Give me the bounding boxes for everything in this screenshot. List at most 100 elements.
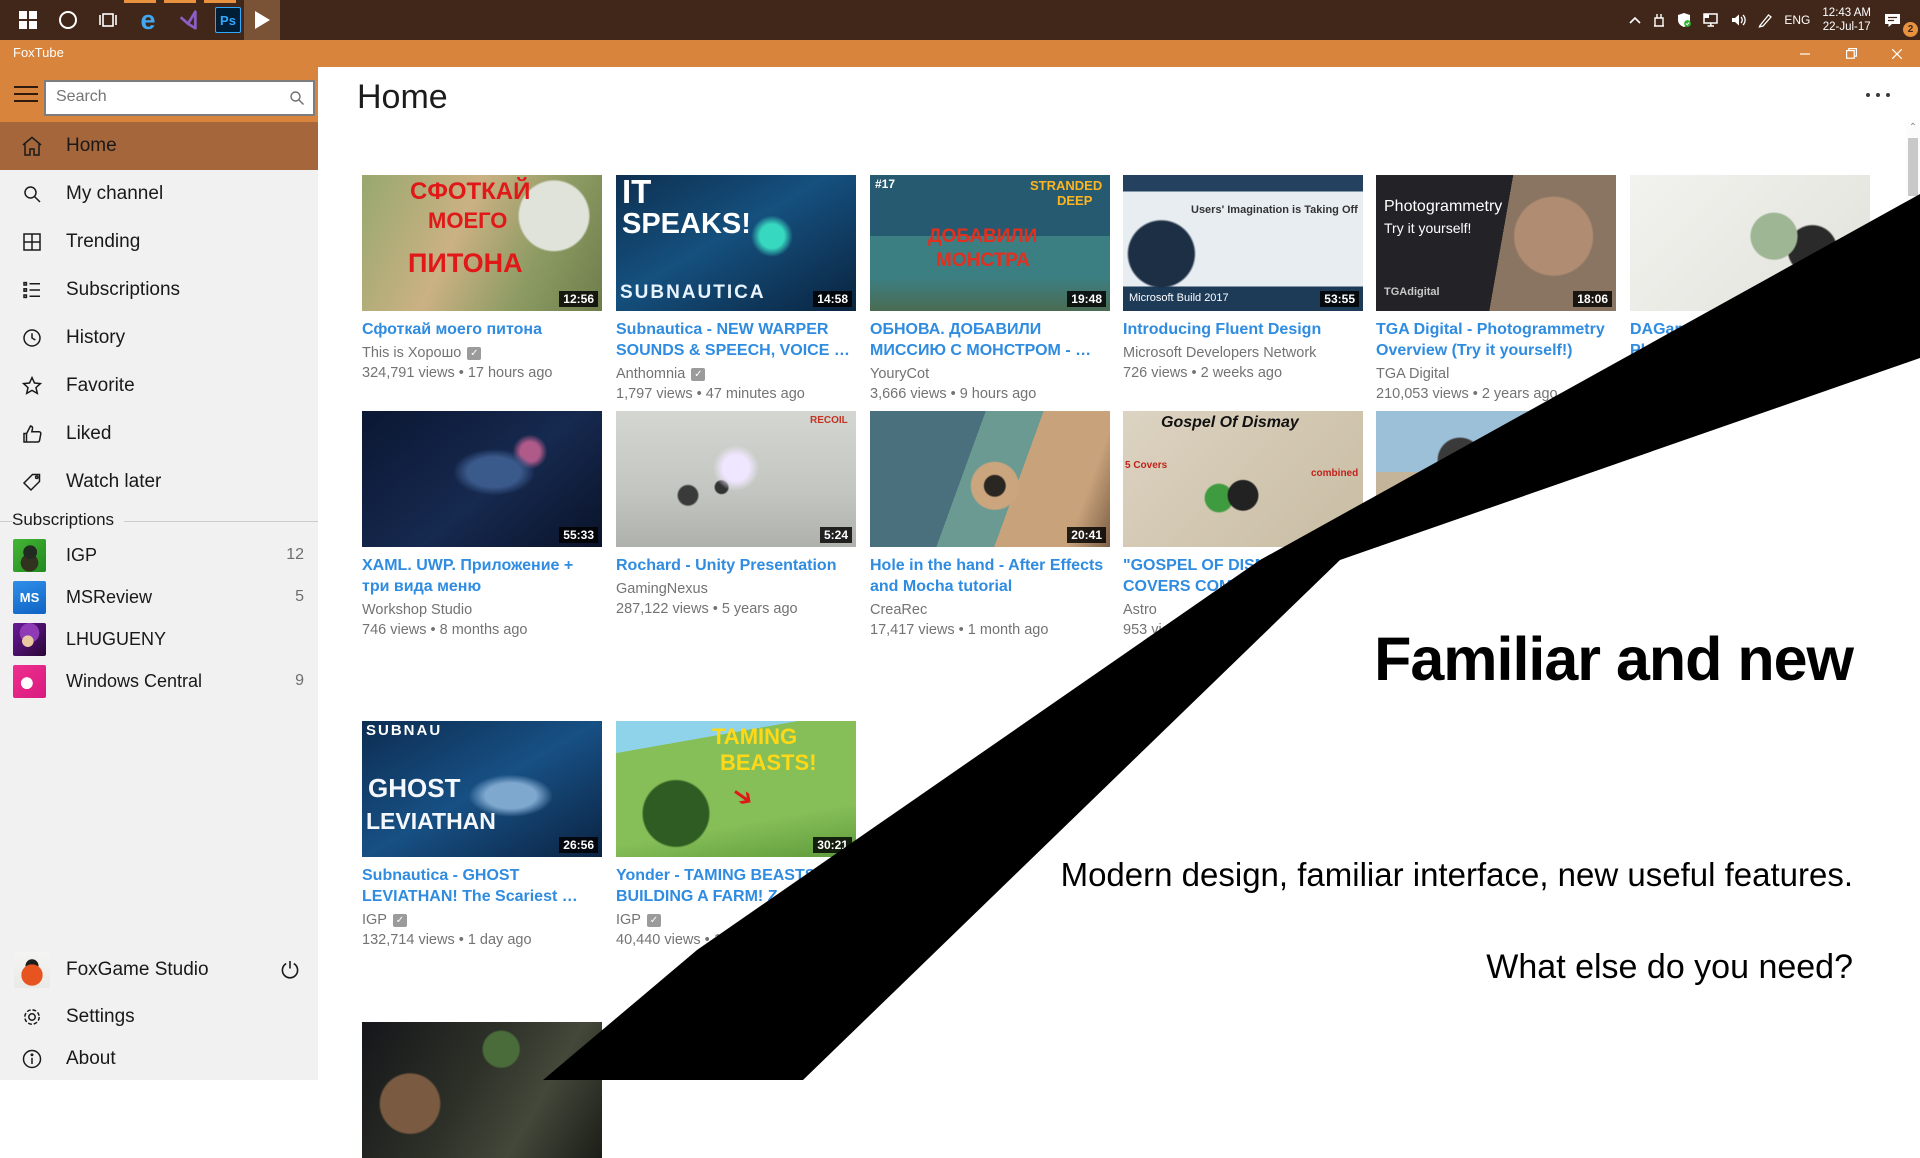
video-thumbnail[interactable]: RECOIL5:24 bbox=[616, 411, 856, 547]
video-thumbnail[interactable]: TAMINGBEASTS!➔30:21 bbox=[616, 721, 856, 857]
language-indicator[interactable]: ENG bbox=[1779, 0, 1815, 40]
video-channel-name[interactable]: GamingNexus bbox=[616, 581, 708, 597]
account-row[interactable]: FoxGame Studio bbox=[0, 944, 318, 996]
video-title[interactable]: Subnautica - GHOST LEVIATHAN! The Scarie… bbox=[362, 865, 602, 907]
notification-icon[interactable]: 2 bbox=[1878, 0, 1912, 40]
sidebar-item-my-channel[interactable]: My channel bbox=[0, 170, 318, 218]
video-thumbnail[interactable]: PhotogrammetryTry it yourself!TGAdigital… bbox=[1376, 175, 1616, 311]
search-icon[interactable] bbox=[289, 90, 305, 106]
video-title[interactable]: ОБНОВА. ДОБАВИЛИ МИССИЮ С МОНСТРОМ - … bbox=[870, 319, 1110, 361]
scrollbar-up-arrow[interactable]: ⌃ bbox=[1907, 122, 1919, 134]
video-thumbnail[interactable]: 20:41 bbox=[870, 411, 1110, 547]
hamburger-menu-icon[interactable] bbox=[14, 86, 38, 104]
video-channel-name[interactable]: Workshop Studio bbox=[362, 602, 472, 618]
pen-icon[interactable] bbox=[1753, 0, 1779, 40]
sidebar-item-settings[interactable]: Settings bbox=[0, 996, 318, 1038]
notification-badge: 2 bbox=[1903, 22, 1918, 37]
thumbnail-overlay-text: SUBNAUTICA bbox=[620, 283, 766, 303]
start-button[interactable] bbox=[8, 0, 48, 40]
video-card[interactable]: #17STRANDEDDEEPДОБАВИЛИМОНСТРА19:48 ОБНОВ… bbox=[870, 175, 1110, 402]
media-player-icon[interactable] bbox=[244, 0, 280, 40]
video-card[interactable] bbox=[362, 1022, 602, 1158]
cortana-icon[interactable] bbox=[48, 0, 88, 40]
video-title[interactable]: DAGames A Place ( bbox=[1630, 319, 1870, 361]
volume-icon[interactable] bbox=[1725, 0, 1753, 40]
video-title[interactable]: Yonder - TAMING BEASTS & BUILDING A FARM… bbox=[616, 865, 856, 907]
clock[interactable]: 12:43 AM 22-Jul-17 bbox=[1815, 0, 1878, 40]
video-thumbnail[interactable]: SUBNAUGHOSTLEVIATHAN26:56 bbox=[362, 721, 602, 857]
sidebar-item-liked[interactable]: Liked bbox=[0, 410, 318, 458]
video-card[interactable] bbox=[1376, 411, 1616, 547]
video-title[interactable]: Introducing Fluent Design bbox=[1123, 319, 1363, 340]
video-card[interactable]: 20:41 Hole in the hand - After Effects an… bbox=[870, 411, 1110, 638]
scrollbar-thumb[interactable] bbox=[1908, 138, 1918, 196]
channel-row-lhugueny[interactable]: LHUGUENY bbox=[0, 618, 318, 660]
video-channel-name[interactable]: IGP bbox=[616, 912, 641, 928]
video-channel-name[interactable]: Microsoft Developers Network bbox=[1123, 345, 1316, 361]
video-channel-name[interactable]: TGA Digital bbox=[1376, 366, 1449, 382]
defender-shield-icon[interactable] bbox=[1671, 0, 1697, 40]
search-input[interactable] bbox=[46, 82, 276, 112]
sidebar-item-history[interactable]: History bbox=[0, 314, 318, 362]
sidebar-item-trending[interactable]: Trending bbox=[0, 218, 318, 266]
sidebar-item-watch-later[interactable]: Watch later bbox=[0, 458, 318, 506]
sidebar-item-label: Subscriptions bbox=[66, 279, 180, 301]
video-title[interactable]: "GOSPEL OF DISMAY" | 5 COVERS COMBINED |… bbox=[1123, 555, 1363, 597]
video-channel-name[interactable]: DA bbox=[1630, 366, 1650, 382]
sidebar-item-about[interactable]: About bbox=[0, 1038, 318, 1080]
video-card[interactable]: TAMINGBEASTS!➔30:21 Yonder - TAMING BEAST… bbox=[616, 721, 856, 948]
sidebar-item-home[interactable]: Home bbox=[0, 122, 318, 170]
network-icon[interactable] bbox=[1697, 0, 1725, 40]
channel-row-msreview[interactable]: MSMSReview5 bbox=[0, 576, 318, 618]
video-title[interactable]: Subnautica - NEW WARPER SOUNDS & SPEECH,… bbox=[616, 319, 856, 361]
video-channel-name[interactable]: Anthomnia bbox=[616, 366, 685, 382]
close-button[interactable] bbox=[1874, 40, 1920, 67]
video-meta: 210,053 views • 2 years ago bbox=[1376, 386, 1616, 402]
video-title[interactable]: Rochard - Unity Presentation bbox=[616, 555, 856, 576]
video-thumbnail[interactable]: #17STRANDEDDEEPДОБАВИЛИМОНСТРА19:48 bbox=[870, 175, 1110, 311]
video-thumbnail[interactable] bbox=[1630, 175, 1870, 311]
video-channel-name[interactable]: This is Хорошо bbox=[362, 345, 461, 361]
sidebar-item-subscriptions[interactable]: Subscriptions bbox=[0, 266, 318, 314]
video-channel-name[interactable]: CreaRec bbox=[870, 602, 927, 618]
visual-studio-icon[interactable] bbox=[168, 0, 208, 40]
video-card[interactable]: PhotogrammetryTry it yourself!TGAdigital… bbox=[1376, 175, 1616, 402]
channel-row-windows-central[interactable]: Windows Central9 bbox=[0, 660, 318, 702]
video-card[interactable]: SUBNAUGHOSTLEVIATHAN26:56 Subnautica - GH… bbox=[362, 721, 602, 948]
sidebar-item-favorite[interactable]: Favorite bbox=[0, 362, 318, 410]
video-title[interactable]: Hole in the hand - After Effects and Moc… bbox=[870, 555, 1110, 597]
video-thumbnail[interactable] bbox=[362, 1022, 602, 1158]
video-card[interactable]: 55:33 XAML. UWP. Приложение + три вида ме… bbox=[362, 411, 602, 638]
video-title[interactable]: TGA Digital - Photogrammetry Overview (T… bbox=[1376, 319, 1616, 361]
video-channel-name[interactable]: YouryCot bbox=[870, 366, 929, 382]
video-thumbnail[interactable]: Users' Imagination is Taking OffMicrosof… bbox=[1123, 175, 1363, 311]
video-card[interactable]: Users' Imagination is Taking OffMicrosof… bbox=[1123, 175, 1363, 381]
restore-button[interactable] bbox=[1828, 40, 1874, 67]
photoshop-icon[interactable]: Ps bbox=[208, 0, 248, 40]
video-thumbnail[interactable]: СФОТКАЙМОЕГОПИТОНА12:56 bbox=[362, 175, 602, 311]
power-icon[interactable] bbox=[278, 958, 302, 982]
video-thumbnail[interactable] bbox=[1376, 411, 1616, 547]
more-options-button[interactable] bbox=[1866, 93, 1892, 103]
list-icon bbox=[20, 278, 44, 302]
edge-icon[interactable]: e bbox=[128, 0, 168, 40]
video-title[interactable]: Сфоткай моего питона bbox=[362, 319, 602, 340]
promo-tagline: Modern design, familiar interface, new u… bbox=[1061, 856, 1853, 894]
video-card[interactable]: RECOIL5:24 Rochard - Unity Presentation Ga… bbox=[616, 411, 856, 617]
video-card[interactable]: DAGames A Place ( DA bbox=[1630, 175, 1870, 382]
video-thumbnail[interactable]: ITSPEAKS!SUBNAUTICA14:58 bbox=[616, 175, 856, 311]
video-card[interactable]: ITSPEAKS!SUBNAUTICA14:58 Subnautica - NEW… bbox=[616, 175, 856, 402]
video-thumbnail[interactable]: Gospel Of Dismay5 Coverscombined4:10 bbox=[1123, 411, 1363, 547]
minimize-button[interactable] bbox=[1782, 40, 1828, 67]
video-channel-name[interactable]: Astro bbox=[1123, 602, 1157, 618]
usb-icon[interactable] bbox=[1647, 0, 1671, 40]
video-thumbnail[interactable]: 55:33 bbox=[362, 411, 602, 547]
task-view-icon[interactable] bbox=[88, 0, 128, 40]
hidden-icons-chevron[interactable] bbox=[1623, 0, 1647, 40]
video-card[interactable]: СФОТКАЙМОЕГОПИТОНА12:56 Сфоткай моего пит… bbox=[362, 175, 602, 381]
channel-row-igp[interactable]: IGP12 bbox=[0, 534, 318, 576]
video-channel-name[interactable]: IGP bbox=[362, 912, 387, 928]
video-title[interactable]: XAML. UWP. Приложение + три вида меню bbox=[362, 555, 602, 597]
video-card[interactable]: Gospel Of Dismay5 Coverscombined4:10 "GOS… bbox=[1123, 411, 1363, 638]
scrollbar[interactable]: ⌃ bbox=[1906, 120, 1920, 1080]
